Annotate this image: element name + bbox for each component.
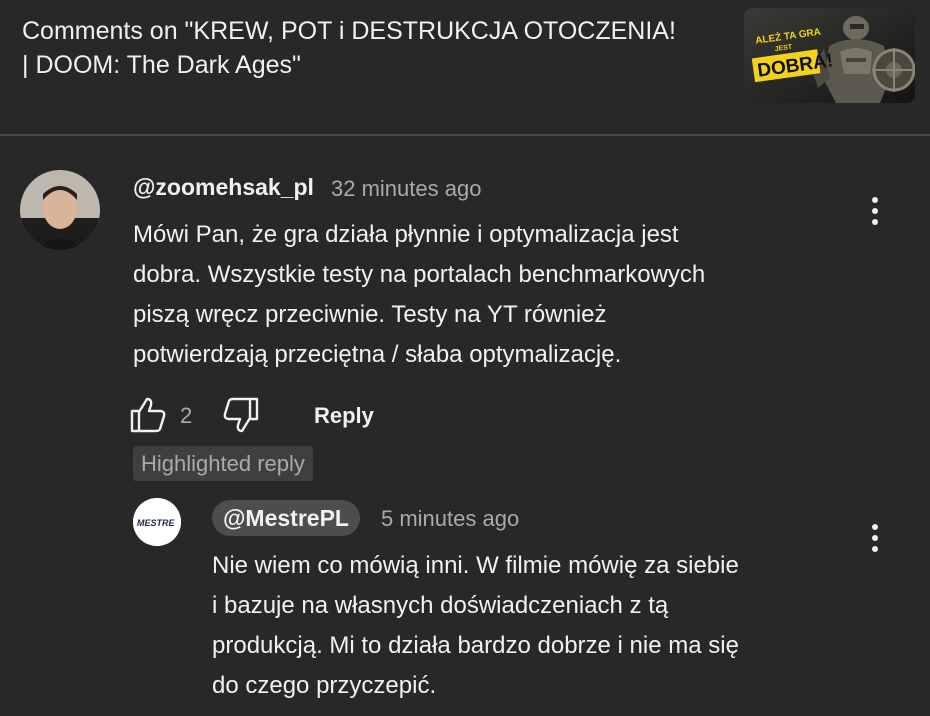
comment-line: Mówi Pan, że gra działa płynnie i optyma…: [133, 221, 679, 248]
kebab-menu-icon: [872, 524, 878, 530]
like-button[interactable]: [128, 395, 168, 435]
video-thumbnail[interactable]: ALEŻ TA GRA JEST DOBRA!: [744, 8, 915, 103]
comment-time[interactable]: 32 minutes ago: [331, 176, 481, 202]
reply-line: do czego przyczepić.: [212, 672, 437, 699]
kebab-menu-icon: [872, 197, 878, 203]
comment-text: Mówi Pan, że gra działa płynnie i optyma…: [133, 215, 833, 375]
comment-line: potwierdzają przeciętna / słaba optymali…: [133, 341, 622, 368]
reply-text: Nie wiem co mówią inni. W filmie mówię z…: [212, 546, 892, 706]
reply-button[interactable]: Reply: [314, 403, 374, 429]
thumb-up-icon: [130, 397, 166, 433]
comment-author[interactable]: @zoomehsak_pl: [133, 174, 314, 201]
reply-avatar[interactable]: MESTRE: [133, 498, 181, 546]
reply-line: produkcją. Mi to działa bardzo dobrze i …: [212, 632, 739, 659]
mestre-logo-icon: MESTRE: [133, 498, 181, 546]
video-title-line-2: | DOOM: The Dark Ages": [22, 51, 301, 79]
highlighted-reply-badge: Highlighted reply: [133, 446, 313, 481]
thumb-down-icon: [223, 397, 259, 433]
video-title[interactable]: Comments on "KREW, POT i DESTRUKCJA OTOC…: [22, 14, 722, 82]
user-avatar-image: [20, 170, 100, 250]
video-title-line-1: Comments on "KREW, POT i DESTRUKCJA OTOC…: [22, 17, 676, 45]
comment-actions: 2 Reply: [0, 395, 930, 435]
reply-line: i bazuje na własnych doświadczeniach z t…: [212, 592, 669, 619]
like-count: 2: [180, 403, 193, 428]
reply-author[interactable]: @MestrePL: [212, 500, 360, 536]
comments-header: Comments on "KREW, POT i DESTRUKCJA OTOC…: [0, 0, 930, 136]
comment-menu-button[interactable]: [860, 191, 890, 231]
comment-line: piszą wręcz przeciwnie. Testy na YT równ…: [133, 301, 607, 328]
comment-line: dobra. Wszystkie testy na portalach benc…: [133, 261, 706, 288]
reply-line: Nie wiem co mówią inni. W filmie mówię z…: [212, 552, 739, 579]
dislike-button[interactable]: [221, 395, 261, 435]
avatar[interactable]: [20, 170, 100, 250]
avatar-logo-text: MESTRE: [137, 518, 176, 528]
thumbnail-image: ALEŻ TA GRA JEST DOBRA!: [744, 8, 915, 103]
reply-time[interactable]: 5 minutes ago: [381, 506, 519, 532]
